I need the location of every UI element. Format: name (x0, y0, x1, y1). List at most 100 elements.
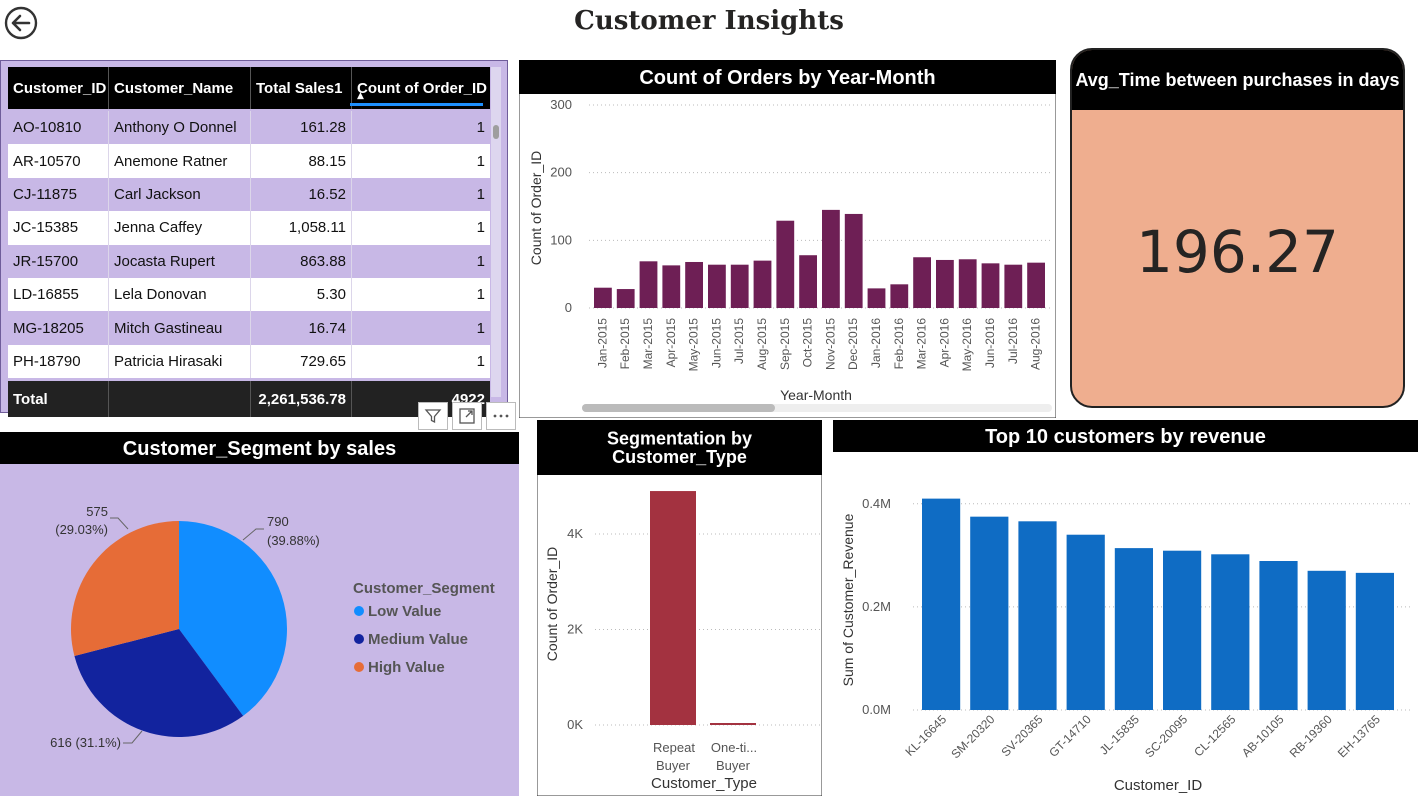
more-options-icon[interactable] (486, 402, 516, 430)
column-header[interactable]: Total Sales1 (251, 67, 352, 109)
bar (708, 264, 726, 308)
customer-type-chart: Segmentation byCustomer_Type0K2K4KRepeat… (537, 420, 822, 796)
bar (662, 265, 681, 308)
table-cell: CJ-11875 (8, 177, 109, 212)
y-tick-label: 0.0M (862, 702, 891, 717)
scrollbar-thumb[interactable] (493, 125, 499, 139)
x-tick-label: SV-20365 (998, 712, 1045, 759)
x-tick-label: Nov-2015 (823, 318, 837, 370)
bar (650, 491, 696, 725)
table-cell: 16.52 (251, 177, 352, 212)
bar (594, 287, 612, 308)
bar (799, 255, 817, 308)
filter-icon[interactable] (418, 402, 448, 430)
kpi-value: 196.27 (1136, 218, 1339, 286)
table-row[interactable]: CJ-11875 Carl Jackson 16.52 1 (8, 177, 490, 212)
y-axis-title: Count of Order_ID (544, 547, 560, 661)
h-scrollbar-thumb[interactable] (582, 404, 775, 412)
y-tick-label: 0.2M (862, 599, 891, 614)
table-cell: Jenna Caffey (109, 211, 251, 245)
x-tick-label: Feb-2016 (892, 318, 906, 370)
bar (730, 264, 749, 308)
table-cell: 161.28 (251, 111, 352, 145)
table-cell: Anthony O Donnel (109, 111, 251, 145)
bar (867, 288, 886, 308)
table-cell: 1 (476, 286, 485, 304)
bar (922, 498, 961, 710)
table-cell: 1 (476, 319, 485, 337)
bar (1027, 262, 1045, 308)
orders-by-month-chart: Count of Orders by Year-Month 0 100 200 300 J… (519, 60, 1056, 418)
table-row[interactable]: LD-16855 Lela Donovan 5.30 1 (8, 278, 490, 312)
legend-item[interactable]: Low Value (368, 603, 441, 620)
column-header[interactable]: Customer_Name (109, 67, 251, 109)
table-row[interactable]: PH-18790 Patricia Hirasaki 729.65 1 (8, 344, 490, 379)
sort-indicator (350, 103, 483, 106)
data-label: 575 (86, 504, 108, 519)
bar (753, 260, 772, 308)
bar (1307, 570, 1346, 710)
table-cell: JR-15700 (8, 244, 109, 278)
table-cell: Mitch Gastineau (109, 311, 251, 345)
x-axis-title: Customer_Type (651, 775, 757, 792)
x-tick-label: JL-15835 (1097, 712, 1143, 758)
bar (958, 259, 977, 308)
table-cell: JC-15385 (8, 211, 109, 245)
x-tick-label: Buyer (656, 758, 691, 773)
x-axis-title: Customer_ID (1114, 777, 1203, 794)
table-row[interactable]: AO-10810 Anthony O Donnel 161.28 1 (8, 111, 490, 145)
visual-toolbar (418, 402, 518, 430)
y-tick-label: 100 (550, 232, 572, 247)
chart-title: Segmentation by (607, 429, 752, 449)
x-tick-label: GT-14710 (1046, 712, 1094, 760)
y-tick-label: 0K (567, 717, 583, 732)
kpi-title: Avg_Time between purchases in days (1072, 50, 1403, 110)
bar (710, 723, 756, 725)
bar (890, 284, 909, 308)
legend-marker (354, 634, 364, 644)
y-tick-label: 300 (550, 97, 572, 112)
table-cell: Lela Donovan (109, 278, 251, 312)
legend-item[interactable]: High Value (368, 659, 445, 676)
table-row[interactable]: AR-10570 Anemone Ratner 88.15 1 (8, 144, 490, 178)
bar (1355, 572, 1394, 710)
legend-item[interactable]: Medium Value (368, 631, 468, 648)
x-tick-label: Jan-2015 (595, 318, 609, 368)
bar (1211, 554, 1250, 710)
table-row[interactable]: MG-18205 Mitch Gastineau 16.74 1 (8, 311, 490, 345)
bar (1004, 264, 1023, 308)
x-tick-label: Oct-2015 (801, 318, 815, 368)
y-tick-label: 200 (550, 165, 572, 180)
table-cell: 1 (476, 152, 485, 170)
bar (970, 516, 1009, 710)
bar (1018, 521, 1057, 710)
total-cell (109, 381, 251, 418)
table-cell: PH-18790 (8, 344, 109, 379)
x-tick-label: Mar-2016 (915, 318, 929, 370)
bar (1163, 550, 1202, 710)
data-label: 790 (267, 514, 289, 529)
x-tick-label: SC-20095 (1142, 712, 1190, 760)
table-cell: 1,058.11 (251, 211, 352, 245)
table-scrollbar[interactable] (491, 67, 501, 397)
column-header[interactable]: Customer_ID (8, 67, 109, 109)
x-tick-label: Aug-2015 (755, 318, 769, 370)
x-tick-label: EH-13765 (1335, 712, 1383, 760)
leader-line (110, 517, 129, 530)
x-tick-label: CL-12565 (1191, 712, 1238, 759)
table-cell: 729.65 (251, 344, 352, 379)
focus-mode-icon[interactable] (452, 402, 482, 430)
table-cell: 1 (476, 119, 485, 137)
table-row[interactable]: JC-15385 Jenna Caffey 1,058.11 1 (8, 211, 490, 245)
bar (1114, 548, 1153, 710)
total-cell: Total (8, 381, 109, 418)
table-row[interactable]: JR-15700 Jocasta Rupert 863.88 1 (8, 244, 490, 278)
table-cell: AO-10810 (8, 111, 109, 145)
legend-marker (354, 662, 364, 672)
x-tick-label: Jun-2015 (709, 318, 723, 368)
leader-line (242, 528, 264, 541)
bar (1259, 561, 1298, 710)
table-cell: Anemone Ratner (109, 144, 251, 178)
bar (639, 261, 658, 308)
table-cell: 1 (476, 185, 485, 203)
